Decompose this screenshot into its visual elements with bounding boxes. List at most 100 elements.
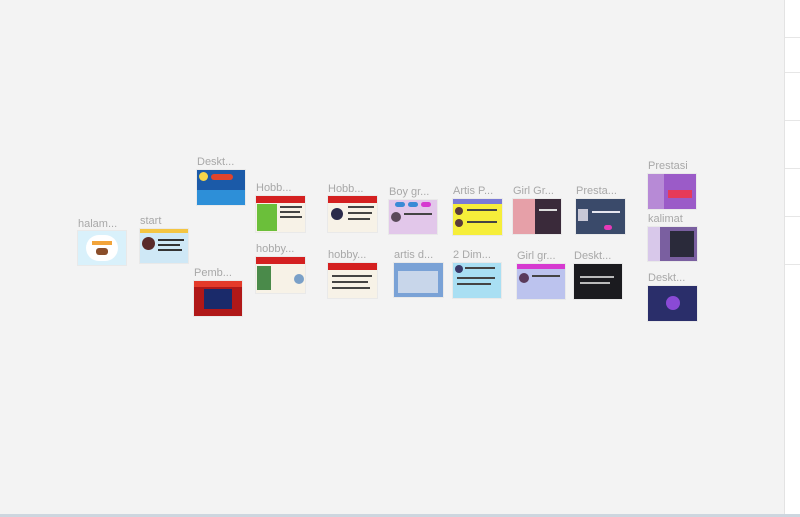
frame-thumbnail[interactable] xyxy=(140,229,188,263)
image-block xyxy=(96,248,108,255)
frame-label[interactable]: Artis P... xyxy=(453,185,493,198)
frame-thumbnail[interactable] xyxy=(513,199,561,234)
frame-label[interactable]: Hobb... xyxy=(256,182,291,195)
text-block xyxy=(348,218,370,220)
text-block xyxy=(532,275,560,277)
text-block xyxy=(332,275,372,277)
frame-label[interactable]: Deskt... xyxy=(574,250,611,263)
button-pill xyxy=(408,202,418,207)
frame-thumbnail[interactable] xyxy=(194,281,242,316)
text-block xyxy=(465,267,495,269)
frame-label[interactable]: Deskt... xyxy=(648,272,685,285)
frame-label[interactable]: Boy gr... xyxy=(389,186,429,199)
text-block xyxy=(348,206,374,208)
frame-thumbnail[interactable] xyxy=(389,200,437,234)
image-block xyxy=(578,209,588,221)
glow-shape xyxy=(666,296,680,310)
image-block xyxy=(398,271,438,293)
frame-thumbnail[interactable] xyxy=(648,227,697,261)
header-strip xyxy=(517,264,565,269)
frame-thumbnail[interactable] xyxy=(576,199,625,234)
frame-label[interactable]: Deskt... xyxy=(197,156,234,169)
frame-label[interactable]: kalimat xyxy=(648,213,683,226)
frame-label[interactable]: Pemb... xyxy=(194,267,232,280)
header-strip xyxy=(453,199,502,204)
frame-label[interactable]: hobby... xyxy=(256,243,294,256)
image-block xyxy=(455,219,463,227)
frame-thumbnail[interactable] xyxy=(328,263,377,298)
text-block xyxy=(158,239,184,241)
text-block xyxy=(158,249,182,251)
frame-label[interactable]: halam... xyxy=(78,218,117,231)
image-block xyxy=(670,231,694,257)
text-block xyxy=(580,276,614,278)
text-block xyxy=(467,209,497,211)
panel-divider xyxy=(785,168,800,169)
frame-thumbnail[interactable] xyxy=(648,286,697,321)
panel-divider xyxy=(785,72,800,73)
sun-shape xyxy=(199,172,208,181)
header-strip xyxy=(328,263,377,270)
frame-thumbnail[interactable] xyxy=(256,196,305,232)
text-block xyxy=(348,212,372,214)
image-block xyxy=(257,204,277,231)
text-block xyxy=(457,277,495,279)
frame-thumbnail[interactable] xyxy=(453,263,501,298)
frame-label[interactable]: Prestasi xyxy=(648,160,688,173)
text-block xyxy=(332,281,368,283)
button-pill xyxy=(395,202,405,207)
panel-divider xyxy=(785,37,800,38)
frame-thumbnail[interactable] xyxy=(394,263,443,297)
text-block xyxy=(539,209,557,211)
title-bar xyxy=(92,241,112,245)
text-block xyxy=(457,283,491,285)
header-strip xyxy=(256,196,305,203)
frame-label[interactable]: hobby... xyxy=(328,249,366,262)
frame-label[interactable]: Presta... xyxy=(576,185,617,198)
frame-thumbnail[interactable] xyxy=(256,257,305,293)
frame-label[interactable]: 2 Dim... xyxy=(453,249,491,262)
image-block xyxy=(257,266,271,290)
frame-label[interactable]: artis d... xyxy=(394,249,433,262)
header-strip xyxy=(328,196,377,203)
text-block xyxy=(592,211,620,213)
image-block xyxy=(142,237,155,250)
button-pill xyxy=(604,225,612,230)
frame-label[interactable]: start xyxy=(140,215,161,228)
image-block xyxy=(648,227,660,261)
text-block xyxy=(280,206,302,208)
stage-block xyxy=(204,289,232,309)
header-strip xyxy=(256,257,305,264)
frame-thumbnail[interactable] xyxy=(453,199,502,235)
frame-label[interactable]: Hobb... xyxy=(328,183,363,196)
text-block xyxy=(158,244,180,246)
image-block xyxy=(455,207,463,215)
water-block xyxy=(197,190,245,205)
text-block xyxy=(280,216,302,218)
image-block xyxy=(513,199,535,234)
frame-thumbnail[interactable] xyxy=(517,264,565,299)
panel-divider xyxy=(785,216,800,217)
frame-thumbnail[interactable] xyxy=(574,264,622,299)
image-block xyxy=(331,208,343,220)
design-canvas[interactable]: halam... start Deskt... Pemb... Hobb... … xyxy=(0,0,784,514)
button-pill xyxy=(668,190,692,198)
frame-label[interactable]: Girl Gr... xyxy=(513,185,554,198)
panel-divider xyxy=(785,264,800,265)
frame-label[interactable]: Girl gr... xyxy=(517,250,556,263)
image-block xyxy=(391,212,401,222)
panel-divider xyxy=(785,120,800,121)
frame-thumbnail[interactable] xyxy=(197,170,245,205)
image-block xyxy=(294,274,304,284)
title-bar xyxy=(211,174,233,180)
image-block xyxy=(519,273,529,283)
text-block xyxy=(467,221,497,223)
text-block xyxy=(580,282,610,284)
text-block xyxy=(332,287,370,289)
curtain-top xyxy=(194,281,242,287)
frame-thumbnail[interactable] xyxy=(648,174,696,209)
frame-thumbnail[interactable] xyxy=(78,231,126,265)
header-strip xyxy=(140,229,188,233)
image-block xyxy=(648,174,664,209)
frame-thumbnail[interactable] xyxy=(328,196,377,232)
